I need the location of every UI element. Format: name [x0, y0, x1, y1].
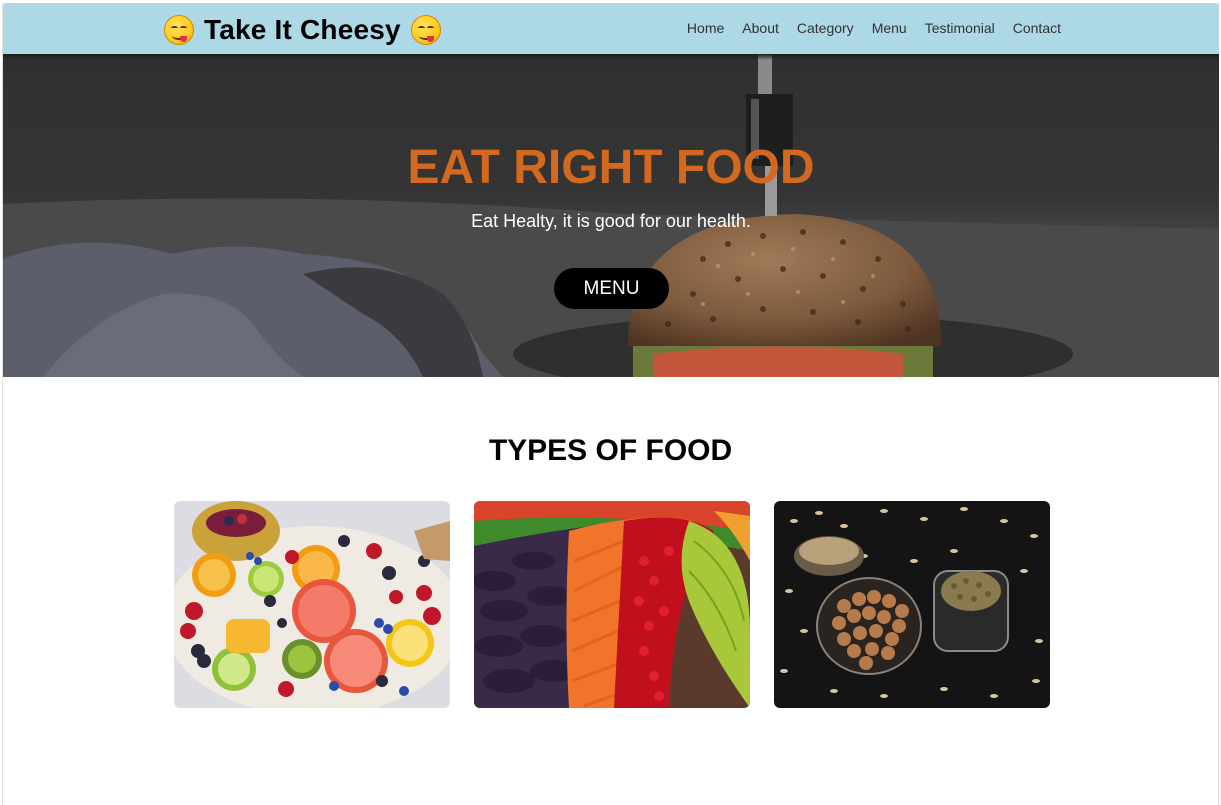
grains-image — [774, 501, 1050, 708]
nav-menu[interactable]: Menu — [872, 20, 907, 36]
fruits-card[interactable] — [174, 501, 450, 708]
brand[interactable]: Take It Cheesy — [164, 12, 441, 48]
section-title: TYPES OF FOOD — [488, 434, 733, 467]
yum-emoji-icon — [164, 15, 194, 45]
nav-home[interactable]: Home — [687, 20, 724, 36]
hero-title: EAT RIGHT FOOD — [407, 141, 815, 194]
fruits-image — [174, 501, 450, 708]
nav-contact[interactable]: Contact — [1013, 20, 1061, 36]
hero-subtitle: Eat Healty, it is good for our health. — [471, 211, 751, 231]
navbar: Take It Cheesy Home About Category Menu … — [3, 3, 1219, 54]
hero-banner: EAT RIGHT FOOD Eat Healty, it is good fo… — [3, 54, 1219, 377]
main-nav: Home About Category Menu Testimonial Con… — [669, 20, 1061, 36]
nav-about[interactable]: About — [742, 20, 779, 36]
vegetables-card[interactable] — [474, 501, 750, 708]
menu-button[interactable]: MENU — [554, 268, 669, 309]
nav-testimonial[interactable]: Testimonial — [925, 20, 995, 36]
hero-top-shadow — [3, 54, 1219, 60]
grains-card[interactable] — [774, 501, 1050, 708]
brand-title: Take It Cheesy — [204, 14, 401, 45]
nav-category[interactable]: Category — [797, 20, 854, 36]
yum-emoji-icon — [410, 15, 441, 45]
vegetables-image — [474, 501, 750, 708]
